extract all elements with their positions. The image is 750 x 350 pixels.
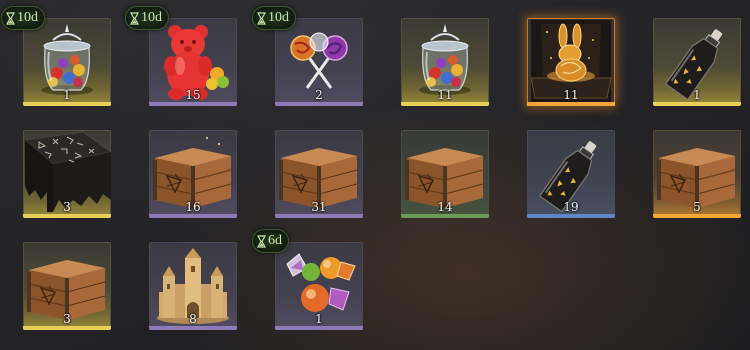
inventory-background: [0, 0, 750, 350]
hourglass-icon: [130, 11, 139, 25]
rarity-bar: [275, 326, 363, 330]
inventory-slot-wooden-crate[interactable]: 31: [275, 130, 363, 218]
timer-text: 10d: [141, 10, 162, 25]
expiry-timer-badge: 10d: [252, 6, 296, 30]
rarity-bar: [149, 326, 237, 330]
item-count: 16: [185, 200, 201, 214]
item-count: 14: [437, 200, 453, 214]
rarity-bar: [401, 102, 489, 106]
rarity-bar: [527, 102, 615, 106]
item-count: 1: [315, 312, 323, 326]
timer-text: 10d: [17, 10, 38, 25]
inventory-slot-gummy-bear[interactable]: 15: [149, 18, 237, 106]
rarity-bar: [401, 214, 489, 218]
hourglass-icon: [6, 11, 15, 25]
rarity-bar: [149, 214, 237, 218]
inventory-slot-lollipops[interactable]: 2: [275, 18, 363, 106]
rarity-bar: [527, 214, 615, 218]
item-count: 2: [315, 88, 323, 102]
rarity-bar: [23, 102, 111, 106]
item-count: 31: [311, 200, 327, 214]
item-count: 19: [563, 200, 579, 214]
item-count: 11: [437, 88, 453, 102]
hourglass-icon: [257, 11, 266, 25]
inventory-slot-fruit-candies[interactable]: 1: [275, 242, 363, 330]
inventory-slot-dark-table[interactable]: 3: [23, 130, 111, 218]
item-count: 3: [63, 312, 71, 326]
inventory-slot-dark-bottle[interactable]: 19: [527, 130, 615, 218]
expiry-timer-badge: 10d: [1, 6, 45, 30]
inventory-slot-candy-jar[interactable]: 11: [401, 18, 489, 106]
expiry-timer-badge: 10d: [125, 6, 169, 30]
inventory-slot-wooden-crate[interactable]: 5: [653, 130, 741, 218]
item-count: 1: [693, 88, 701, 102]
inventory-slot-golden-rabbit-box[interactable]: 11: [527, 18, 615, 106]
rarity-bar: [653, 102, 741, 106]
inventory-slot-wooden-crate[interactable]: 14: [401, 130, 489, 218]
timer-text: 10d: [268, 10, 289, 25]
rarity-bar: [23, 326, 111, 330]
rarity-bar: [275, 102, 363, 106]
hourglass-icon: [257, 234, 266, 248]
inventory-slot-wooden-crate[interactable]: 16: [149, 130, 237, 218]
item-count: 3: [63, 200, 71, 214]
rarity-bar: [23, 214, 111, 218]
inventory-slot-candy-jar[interactable]: 1: [23, 18, 111, 106]
inventory-slot-wooden-crate[interactable]: 3: [23, 242, 111, 330]
item-count: 8: [189, 312, 197, 326]
rarity-bar: [653, 214, 741, 218]
inventory-slot-dark-bottle[interactable]: 1: [653, 18, 741, 106]
item-count: 15: [185, 88, 201, 102]
item-count: 11: [563, 88, 579, 102]
timer-text: 6d: [268, 233, 282, 248]
rarity-bar: [149, 102, 237, 106]
inventory-slot-sand-castle[interactable]: 8: [149, 242, 237, 330]
expiry-timer-badge: 6d: [252, 229, 289, 253]
item-count: 1: [63, 88, 71, 102]
rarity-bar: [275, 214, 363, 218]
item-count: 5: [693, 200, 701, 214]
